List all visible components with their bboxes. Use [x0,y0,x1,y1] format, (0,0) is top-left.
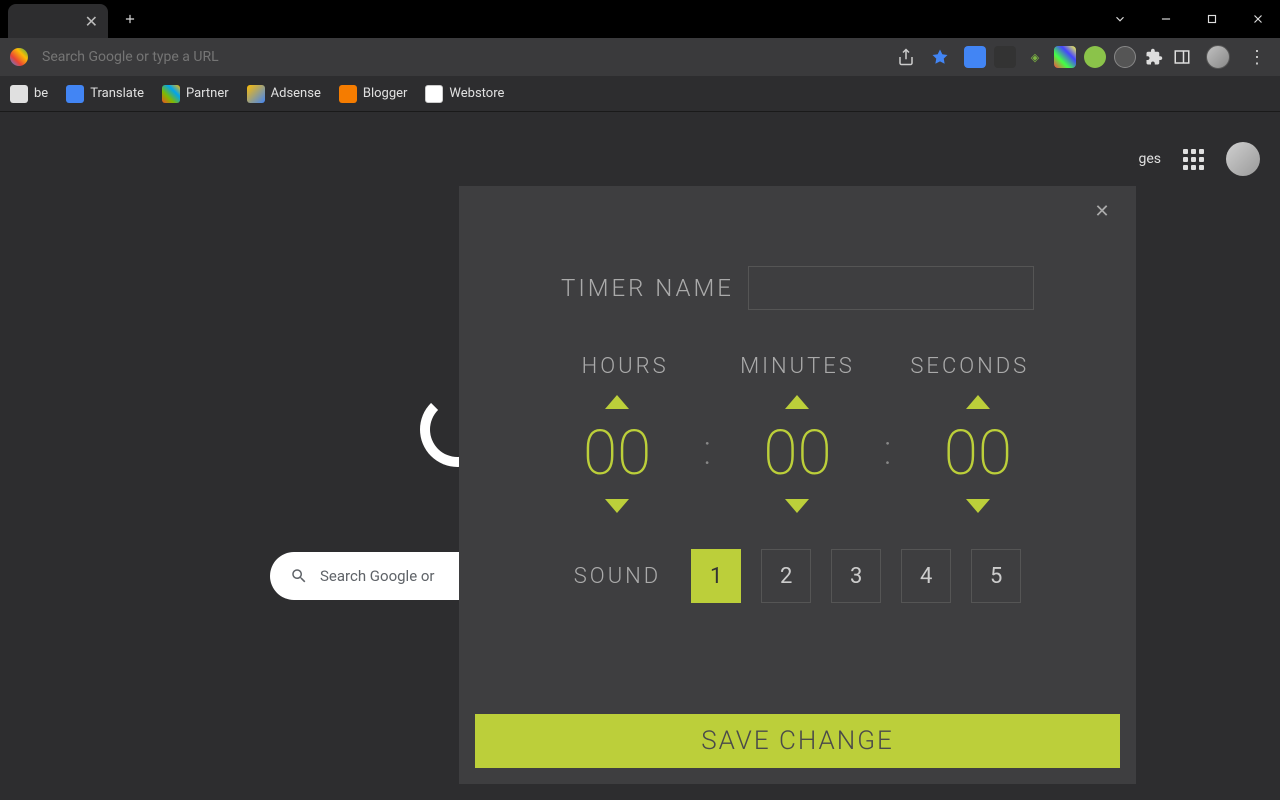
bookmark-item[interactable]: Blogger [339,85,408,103]
window-controls [1106,5,1272,33]
save-button[interactable]: SAVE CHANGE [475,714,1120,768]
extensions-puzzle-icon[interactable] [1144,47,1164,67]
account-avatar[interactable] [1226,142,1260,176]
hours-up-icon[interactable] [605,395,629,409]
bookmark-star-icon[interactable] [930,47,950,67]
ntp-link[interactable]: ges [1138,151,1161,167]
bookmarks-bar: be Translate Partner Adsense Blogger Web… [0,76,1280,112]
seconds-unit: 00 [908,395,1048,513]
bookmark-item[interactable]: Partner [162,85,229,103]
seconds-down-icon[interactable] [966,499,990,513]
sound-label: SOUND [574,564,661,589]
bookmark-label: Blogger [363,86,408,101]
extension-icon[interactable] [1084,46,1106,68]
sound-option-5[interactable]: 5 [971,549,1021,603]
profile-avatar[interactable] [1206,45,1230,69]
seconds-value: 00 [944,423,1012,485]
time-labels: HOURS MINUTES SECONDS [499,354,1096,379]
seconds-up-icon[interactable] [966,395,990,409]
minutes-value: 00 [763,423,831,485]
search-icon [290,567,308,585]
minimize-icon[interactable] [1152,5,1180,33]
bookmark-item[interactable]: Adsense [247,85,321,103]
seconds-label: SECONDS [900,354,1040,379]
sound-option-3[interactable]: 3 [831,549,881,603]
extension-icon[interactable]: ◈ [1024,46,1046,68]
time-separator: : [703,426,711,475]
close-window-icon[interactable] [1244,5,1272,33]
extension-icon[interactable] [1054,46,1076,68]
sound-row: SOUND 1 2 3 4 5 [499,549,1096,603]
timer-name-label: TIMER NAME [561,274,734,302]
bookmark-label: Partner [186,86,229,101]
search-placeholder: Search Google or [320,567,435,585]
browser-toolbar: ◈ ⋮ [0,38,1280,76]
tab-strip: ✕ [8,0,144,38]
extension-icons: ◈ [964,46,1192,68]
new-tab-button[interactable] [116,5,144,33]
timer-name-row: TIMER NAME [499,266,1096,310]
bookmark-label: Adsense [271,86,321,101]
sound-option-4[interactable]: 4 [901,549,951,603]
timer-name-input[interactable] [748,266,1034,310]
apps-icon[interactable] [1183,149,1204,170]
share-icon[interactable] [896,47,916,67]
bookmark-label: be [34,86,48,101]
bookmark-label: Webstore [449,86,504,101]
bookmark-item[interactable]: be [10,85,48,103]
minutes-unit: 00 [727,395,867,513]
hours-value: 00 [583,423,651,485]
hours-down-icon[interactable] [605,499,629,513]
modal-footer: SAVE CHANGE [459,698,1136,784]
omnibox[interactable] [36,49,888,65]
sound-option-2[interactable]: 2 [761,549,811,603]
minutes-down-icon[interactable] [785,499,809,513]
bookmark-item[interactable]: Webstore [425,85,504,103]
sound-option-1[interactable]: 1 [691,549,741,603]
extension-icon[interactable] [1114,46,1136,68]
time-controls: 00 : 00 : 00 [499,395,1096,513]
minutes-label: MINUTES [727,354,867,379]
bookmark-item[interactable]: Translate [66,85,144,103]
time-separator: : [884,426,892,475]
page-content: ges iEDGE123 Search Google or ✕ TIMER NA… [0,112,1280,800]
browser-tab[interactable]: ✕ [8,4,108,38]
hours-label: HOURS [555,354,695,379]
hours-unit: 00 [547,395,687,513]
sidepanel-icon[interactable] [1172,47,1192,67]
close-icon[interactable]: ✕ [85,12,98,31]
extension-icon[interactable] [994,46,1016,68]
chevron-down-icon[interactable] [1106,5,1134,33]
timer-modal: ✕ TIMER NAME HOURS MINUTES SECONDS 00 : [459,186,1136,784]
minutes-up-icon[interactable] [785,395,809,409]
google-icon [10,48,28,66]
modal-header: ✕ [459,186,1136,236]
window-titlebar: ✕ [0,0,1280,38]
close-icon[interactable]: ✕ [1090,199,1114,223]
ntp-header: ges [1138,142,1260,176]
extension-icon[interactable] [964,46,986,68]
bookmark-label: Translate [90,86,144,101]
maximize-icon[interactable] [1198,5,1226,33]
menu-icon[interactable]: ⋮ [1244,47,1270,68]
